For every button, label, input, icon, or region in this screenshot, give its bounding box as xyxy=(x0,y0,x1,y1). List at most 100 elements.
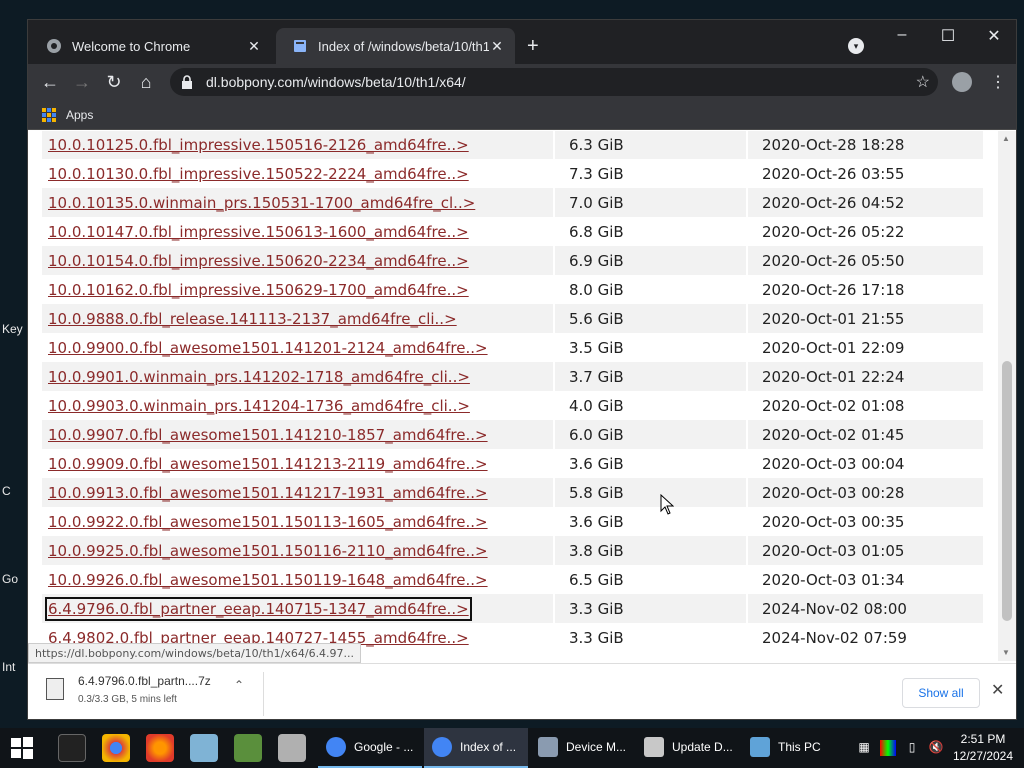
chrome-icon[interactable] xyxy=(102,734,130,762)
close-shelf-icon[interactable]: ✕ xyxy=(991,680,1004,700)
file-size-cell: 3.3 GiB xyxy=(553,594,747,623)
file-link[interactable]: 10.0.10162.0.fbl_impressive.150629-1700_… xyxy=(48,281,469,299)
file-size-cell: 6.0 GiB xyxy=(553,420,747,449)
toolbar: ← → ↻ ⌂ dl.bobpony.com/windows/beta/10/t… xyxy=(28,64,1016,100)
file-size-cell: 3.8 GiB xyxy=(553,536,747,565)
scroll-up-icon[interactable]: ▲ xyxy=(1002,134,1010,143)
file-date-cell: 2020-Oct-03 00:35 xyxy=(746,507,983,536)
app-icon[interactable] xyxy=(190,734,218,762)
tab-search-icon[interactable]: ▾ xyxy=(848,38,864,54)
spreadsheet-icon[interactable] xyxy=(234,734,262,762)
forward-icon[interactable]: → xyxy=(70,70,94,94)
tab-index[interactable]: Index of /windows/beta/10/th1/x ✕ xyxy=(276,28,515,64)
menu-icon[interactable]: ⋮ xyxy=(990,72,1006,92)
taskbar-task[interactable]: Index of ... xyxy=(424,728,528,768)
table-row: 10.0.9888.0.fbl_release.141113-2137_amd6… xyxy=(42,304,983,333)
taskbar-task[interactable]: Update D... xyxy=(636,728,740,768)
tab-title: Index of /windows/beta/10/th1/x xyxy=(318,38,489,54)
file-link[interactable]: 10.0.9922.0.fbl_awesome1501.150113-1605_… xyxy=(48,513,488,531)
chrome-icon xyxy=(46,38,62,54)
file-size-cell: 3.6 GiB xyxy=(553,449,747,478)
task-label: Update D... xyxy=(672,740,733,754)
firefox-icon[interactable] xyxy=(146,734,174,762)
file-link[interactable]: 10.0.9888.0.fbl_release.141113-2137_amd6… xyxy=(48,310,457,328)
profile-avatar[interactable] xyxy=(952,72,972,92)
bookmark-star-icon[interactable]: ☆ xyxy=(916,72,930,92)
address-bar[interactable]: dl.bobpony.com/windows/beta/10/th1/x64/ … xyxy=(170,68,938,96)
page-icon xyxy=(292,38,308,54)
chrome-window: Welcome to Chrome ✕ Index of /windows/be… xyxy=(27,19,1017,720)
chrome-icon xyxy=(326,737,346,757)
scroll-down-icon[interactable]: ▼ xyxy=(1002,648,1010,657)
taskbar-task[interactable]: This PC xyxy=(742,728,846,768)
file-link[interactable]: 10.0.10125.0.fbl_impressive.150516-2126_… xyxy=(48,136,469,154)
taskbar-task[interactable]: Device M... xyxy=(530,728,634,768)
file-link[interactable]: 10.0.10147.0.fbl_impressive.150613-1600_… xyxy=(48,223,469,241)
close-tab-icon[interactable]: ✕ xyxy=(489,38,505,54)
file-link[interactable]: 10.0.9909.0.fbl_awesome1501.141213-2119_… xyxy=(48,455,488,473)
tab-welcome[interactable]: Welcome to Chrome ✕ xyxy=(30,28,272,64)
color-app-icon[interactable] xyxy=(880,740,896,756)
apps-icon[interactable] xyxy=(42,107,56,122)
chrome-icon xyxy=(432,737,452,757)
file-link[interactable]: 6.4.9796.0.fbl_partner_eeap.140715-1347_… xyxy=(45,596,472,621)
show-all-button[interactable]: Show all xyxy=(902,678,980,708)
file-size-cell: 3.5 GiB xyxy=(553,333,747,362)
status-url: https://dl.bobpony.com/windows/beta/10/t… xyxy=(28,643,362,663)
minimize-icon[interactable]: – xyxy=(882,26,922,44)
home-icon[interactable]: ⌂ xyxy=(134,70,158,94)
file-size-cell: 4.0 GiB xyxy=(553,391,747,420)
close-window-icon[interactable]: ✕ xyxy=(974,26,1014,46)
file-link[interactable]: 10.0.9903.0.winmain_prs.141204-1736_amd6… xyxy=(48,397,470,415)
table-row: 10.0.9925.0.fbl_awesome1501.150116-2110_… xyxy=(42,536,983,565)
download-shelf: 6.4.9796.0.fbl_partn....7z 0.3/3.3 GB, 5… xyxy=(28,663,1016,719)
close-tab-icon[interactable]: ✕ xyxy=(246,38,262,54)
file-size-cell: 3.7 GiB xyxy=(553,362,747,391)
lock-icon[interactable] xyxy=(180,75,194,89)
file-date-cell: 2020-Oct-02 01:08 xyxy=(746,391,983,420)
file-link[interactable]: 10.0.9907.0.fbl_awesome1501.141210-1857_… xyxy=(48,426,488,444)
desktop-icon-label: Key xyxy=(2,322,23,336)
scrollbar[interactable]: ▲ ▼ xyxy=(998,131,1016,661)
archive-file-icon xyxy=(46,678,64,700)
table-row: 10.0.9903.0.winmain_prs.141204-1736_amd6… xyxy=(42,391,983,420)
file-link[interactable]: 10.0.10154.0.fbl_impressive.150620-2234_… xyxy=(48,252,469,270)
directory-listing: 10.0.10125.0.fbl_impressive.150516-2126_… xyxy=(42,131,983,652)
download-filename: 6.4.9796.0.fbl_partn....7z xyxy=(78,674,211,688)
volume-muted-icon[interactable]: 🔇 xyxy=(928,740,944,756)
terminal-icon[interactable] xyxy=(58,734,86,762)
file-link[interactable]: 10.0.9913.0.fbl_awesome1501.141217-1931_… xyxy=(48,484,488,502)
file-name-cell: 6.4.9796.0.fbl_partner_eeap.140715-1347_… xyxy=(42,594,554,623)
reload-icon[interactable]: ↻ xyxy=(102,70,126,94)
file-name-cell: 10.0.9903.0.winmain_prs.141204-1736_amd6… xyxy=(42,391,554,420)
file-size-cell: 7.0 GiB xyxy=(553,188,747,217)
file-size-cell: 8.0 GiB xyxy=(553,275,747,304)
file-date-cell: 2020-Oct-01 22:24 xyxy=(746,362,983,391)
back-icon[interactable]: ← xyxy=(38,70,62,94)
file-name-cell: 10.0.10135.0.winmain_prs.150531-1700_amd… xyxy=(42,188,554,217)
taskbar-task[interactable]: Google - ... xyxy=(318,728,422,768)
file-link[interactable]: 10.0.10130.0.fbl_impressive.150522-2224_… xyxy=(48,165,469,183)
file-name-cell: 10.0.10162.0.fbl_impressive.150629-1700_… xyxy=(42,275,554,304)
file-link[interactable]: 10.0.10135.0.winmain_prs.150531-1700_amd… xyxy=(48,194,475,212)
system-clock[interactable]: 2:51 PM 12/27/2024 xyxy=(950,731,1016,765)
file-name-cell: 10.0.9926.0.fbl_awesome1501.150119-1648_… xyxy=(42,565,554,594)
chevron-up-icon[interactable]: ⌃ xyxy=(234,678,244,692)
file-link[interactable]: 10.0.9901.0.winmain_prs.141202-1718_amd6… xyxy=(48,368,470,386)
file-name-cell: 10.0.9901.0.winmain_prs.141202-1718_amd6… xyxy=(42,362,554,391)
file-link[interactable]: 10.0.9925.0.fbl_awesome1501.150116-2110_… xyxy=(48,542,488,560)
scrollbar-thumb[interactable] xyxy=(1002,361,1012,621)
tab-title: Welcome to Chrome xyxy=(72,38,191,54)
page-content: 10.0.10125.0.fbl_impressive.150516-2126_… xyxy=(28,131,998,661)
file-size-cell: 3.6 GiB xyxy=(553,507,747,536)
network-icon[interactable]: ▦ xyxy=(856,740,872,756)
file-link[interactable]: 10.0.9926.0.fbl_awesome1501.150119-1648_… xyxy=(48,571,488,589)
bookmark-apps[interactable]: Apps xyxy=(66,108,93,122)
file-link[interactable]: 10.0.9900.0.fbl_awesome1501.141201-2124_… xyxy=(48,339,488,357)
windows-start-icon[interactable] xyxy=(10,736,34,760)
download-item[interactable]: 6.4.9796.0.fbl_partn....7z 0.3/3.3 GB, 5… xyxy=(42,672,264,716)
maximize-icon[interactable]: ☐ xyxy=(928,26,968,46)
new-tab-icon[interactable]: + xyxy=(527,36,539,56)
battery-icon[interactable]: ▯ xyxy=(904,740,920,756)
app-icon[interactable] xyxy=(278,734,306,762)
